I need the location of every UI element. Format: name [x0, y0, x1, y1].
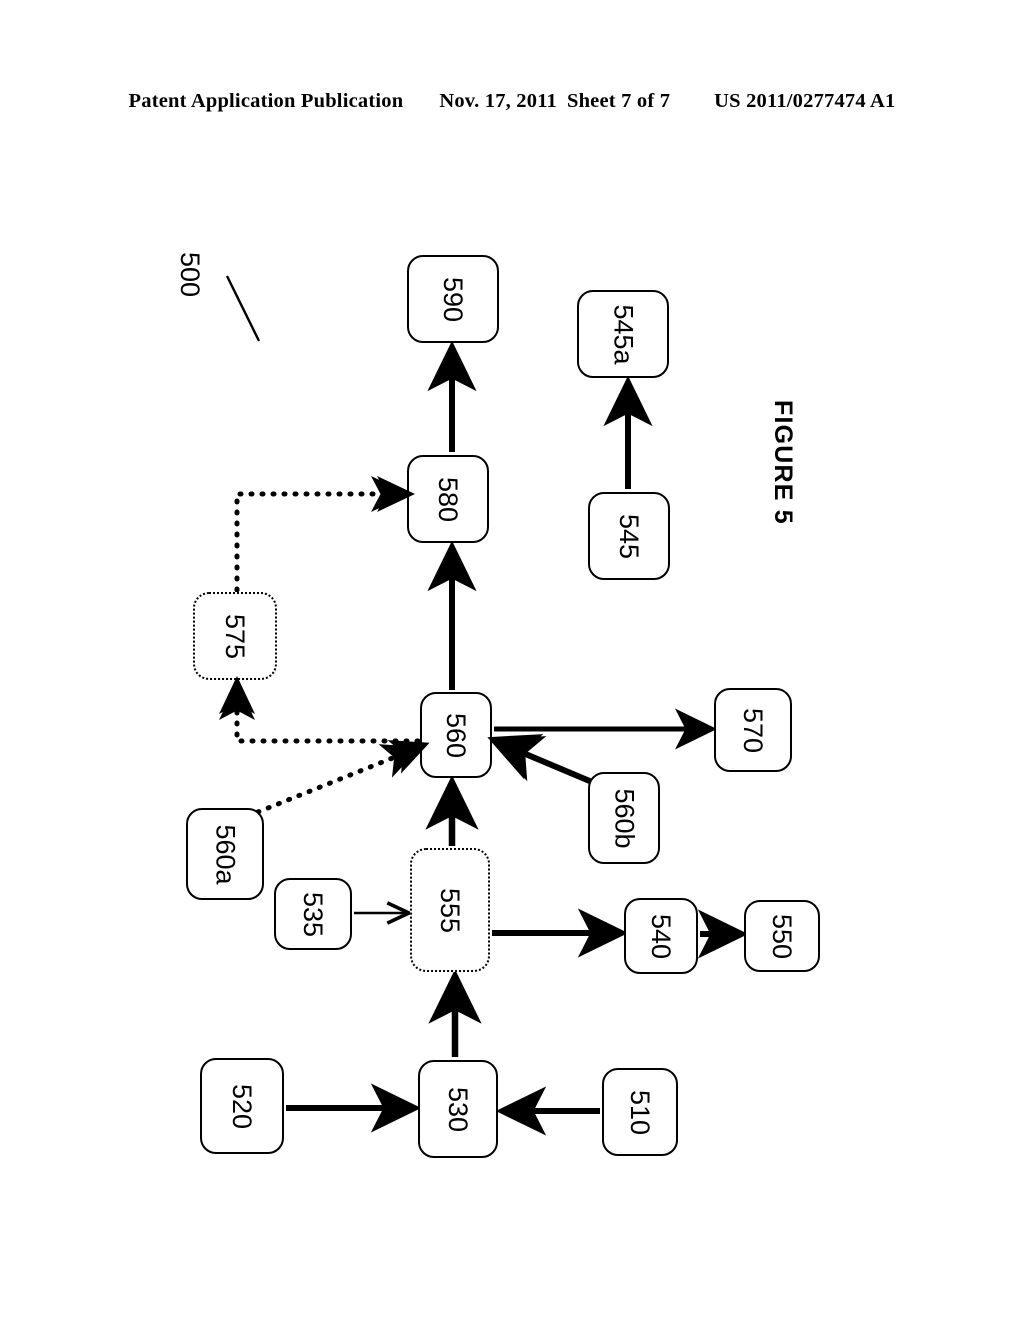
- node-545a[interactable]: 545a: [577, 290, 669, 378]
- node-570-label: 570: [738, 707, 769, 753]
- node-560a[interactable]: 560a: [186, 808, 264, 900]
- arrowhead-into-560-from-560b: [487, 734, 544, 780]
- header-publication-label: Patent Application Publication: [128, 89, 404, 112]
- node-560-label: 560: [441, 712, 472, 758]
- header-document-number: US 2011/0277474 A1: [714, 89, 896, 112]
- node-520-label: 520: [227, 1083, 258, 1129]
- node-540-label: 540: [646, 913, 677, 959]
- node-520[interactable]: 520: [200, 1058, 284, 1154]
- node-580-label: 580: [433, 476, 464, 522]
- node-535[interactable]: 535: [274, 878, 352, 950]
- header-date-label: Nov. 17, 2011: [439, 89, 557, 112]
- node-530-label: 530: [443, 1086, 474, 1132]
- figure-caption: FIGURE 5: [769, 400, 797, 525]
- node-570[interactable]: 570: [714, 688, 792, 772]
- patent-figure-page: Patent Application Publication Nov. 17, …: [0, 0, 1024, 1320]
- node-560a-label: 560a: [210, 823, 241, 885]
- header-sheet-label: Sheet 7 of 7: [566, 89, 671, 112]
- node-535-label: 535: [298, 891, 329, 937]
- edge-560-to-575: [219, 682, 421, 744]
- node-545-label: 545: [614, 513, 645, 559]
- node-575-label: 575: [220, 613, 251, 659]
- node-560b-label: 560b: [609, 787, 640, 849]
- node-510[interactable]: 510: [602, 1068, 678, 1156]
- reference-numeral-500: 500: [175, 252, 205, 298]
- node-555[interactable]: 555: [410, 848, 490, 972]
- connector-layer: [219, 275, 749, 1136]
- node-510-label: 510: [625, 1089, 656, 1135]
- connector-overlay-layer: [219, 476, 544, 780]
- node-545[interactable]: 545: [588, 492, 670, 580]
- node-555-label: 555: [435, 887, 466, 933]
- node-560b[interactable]: 560b: [588, 772, 660, 864]
- node-550[interactable]: 550: [744, 900, 820, 972]
- node-580[interactable]: 580: [407, 455, 489, 543]
- node-560[interactable]: 560: [420, 692, 492, 778]
- edge-560a-to-560: [255, 744, 421, 815]
- page-header: Patent Application Publication Nov. 17, …: [0, 84, 1024, 118]
- edge-560b-to-560: [490, 736, 594, 785]
- node-590-label: 590: [438, 276, 469, 322]
- node-545a-label: 545a: [608, 303, 639, 365]
- edge-575-to-580: [234, 476, 409, 593]
- node-530[interactable]: 530: [418, 1060, 498, 1158]
- node-540[interactable]: 540: [624, 898, 698, 974]
- node-550-label: 550: [767, 913, 798, 959]
- node-590[interactable]: 590: [407, 255, 499, 343]
- node-575[interactable]: 575: [193, 592, 277, 680]
- leader-line-500: [225, 275, 261, 342]
